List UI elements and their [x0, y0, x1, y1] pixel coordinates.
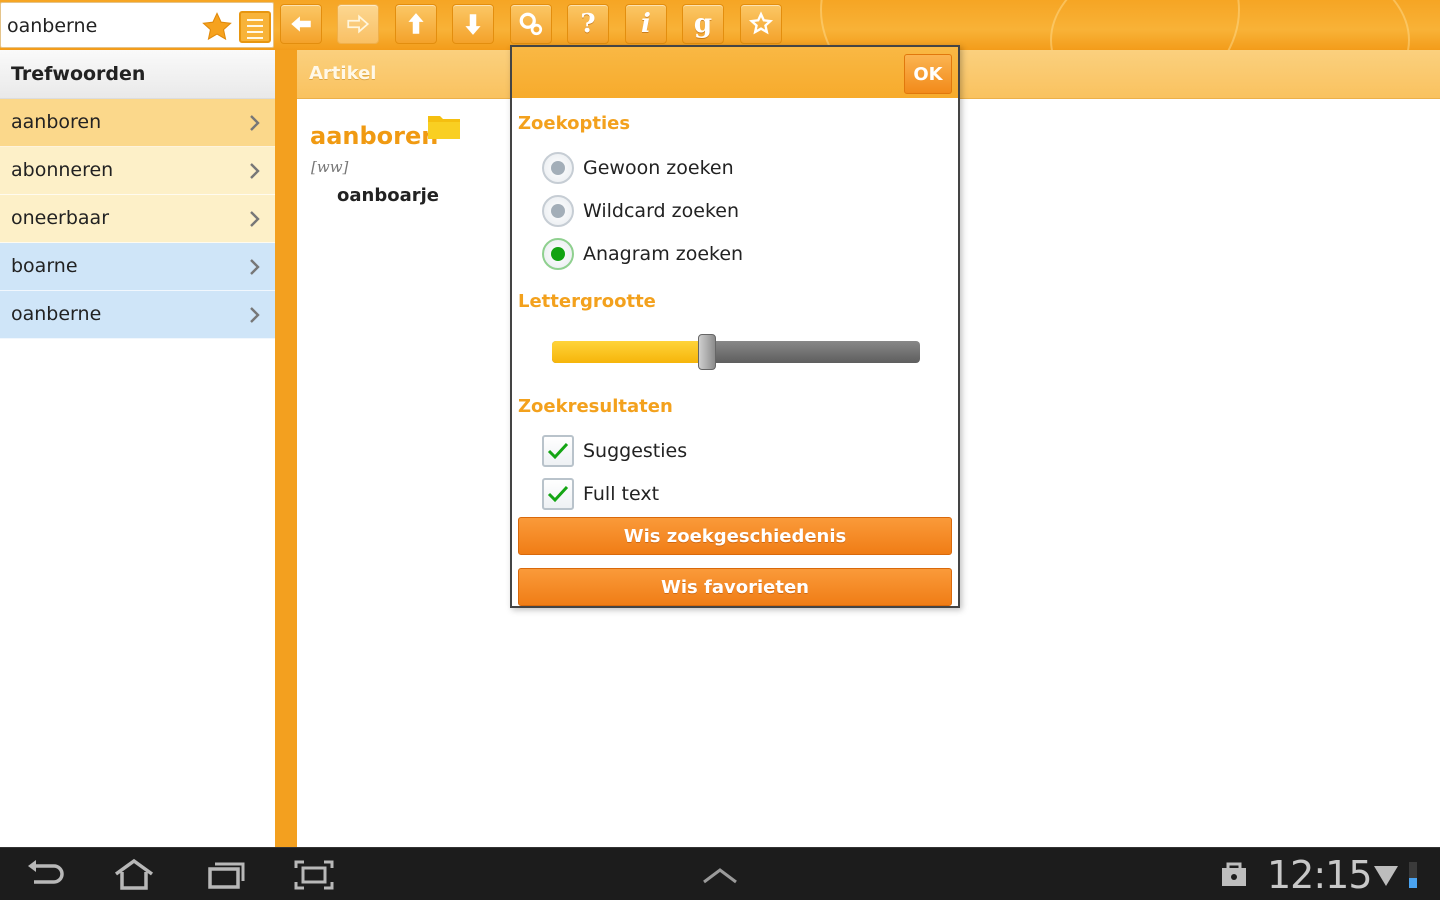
radio-label: Gewoon zoeken — [583, 157, 734, 179]
keyword-list: aanboren abonneren oneerbaar boarne oanberne — [0, 99, 275, 339]
keyword-panel: Trefwoorden aanboren abonneren oneerbaar bo… — [0, 50, 275, 847]
checkmark-icon — [547, 442, 569, 460]
part-of-speech: [ww] — [311, 158, 349, 176]
radio-button[interactable] — [542, 238, 574, 270]
radio-anagram-search[interactable]: Anagram zoeken — [542, 237, 743, 271]
chevron-right-icon — [250, 307, 260, 323]
list-icon[interactable] — [239, 11, 271, 43]
chevron-right-icon — [250, 115, 260, 131]
battery-icon — [1409, 862, 1417, 888]
recent-apps-icon[interactable] — [204, 858, 248, 892]
slider-thumb[interactable] — [697, 334, 716, 370]
chevron-up-icon[interactable] — [698, 858, 742, 892]
keyword-label: oanberne — [11, 303, 102, 325]
star-icon — [748, 11, 774, 35]
folder-icon[interactable] — [427, 112, 461, 142]
search-settings-dialog: OK Zoekopties Gewoon zoeken Wildcard zoe… — [510, 45, 960, 608]
checkbox-label: Full text — [583, 483, 660, 505]
chevron-right-icon — [250, 163, 260, 179]
chevron-right-icon — [250, 211, 260, 227]
wifi-icon — [1374, 866, 1398, 886]
keyword-label: aanboren — [11, 111, 102, 133]
slider-fill — [552, 341, 707, 363]
keyword-panel-title: Trefwoorden — [0, 50, 275, 99]
font-size-title: Lettergrootte — [518, 291, 656, 312]
search-results-title: Zoekresultaten — [518, 396, 673, 417]
clear-favorites-button[interactable]: Wis favorieten — [518, 568, 952, 606]
search-settings-button[interactable] — [510, 4, 552, 44]
article-title: Artikel — [309, 63, 377, 84]
checkbox-suggestions[interactable]: Suggesties — [542, 434, 687, 468]
radio-button[interactable] — [542, 152, 574, 184]
keyword-label: oneerbaar — [11, 207, 110, 229]
search-input[interactable] — [7, 11, 197, 41]
grammar-button[interactable]: g — [682, 4, 724, 44]
keyword-item[interactable]: abonneren — [0, 147, 275, 195]
checkbox-full-text[interactable]: Full text — [542, 477, 659, 511]
star-icon[interactable] — [201, 11, 233, 43]
radio-normal-search[interactable]: Gewoon zoeken — [542, 151, 734, 185]
top-toolbar: ? i g — [0, 0, 1440, 50]
screenshot-icon[interactable] — [292, 858, 336, 892]
keyword-item[interactable]: aanboren — [0, 99, 275, 147]
keyword-item[interactable]: oanberne — [0, 291, 275, 339]
keyword-item[interactable]: oneerbaar — [0, 195, 275, 243]
search-box — [0, 2, 274, 48]
ok-button[interactable]: OK — [904, 54, 952, 94]
radio-button[interactable] — [542, 195, 574, 227]
arrow-right-icon — [347, 14, 370, 34]
info-icon: i — [641, 9, 651, 39]
translation: oanboarje — [337, 185, 439, 206]
checkbox[interactable] — [542, 435, 574, 467]
arrow-left-icon — [291, 16, 311, 32]
system-navigation-bar: 12:15 — [0, 847, 1440, 900]
clear-history-button[interactable]: Wis zoekgeschiedenis — [518, 517, 952, 555]
forward-button[interactable] — [337, 4, 379, 44]
back-button[interactable] — [280, 4, 322, 44]
article-headword: aanboren — [310, 122, 439, 150]
panel-divider[interactable] — [275, 50, 297, 847]
decorative-swirl — [1050, 0, 1410, 50]
back-nav-icon[interactable] — [24, 858, 68, 892]
checkmark-icon — [547, 485, 569, 503]
dialog-header: OK — [512, 47, 958, 98]
g-icon: g — [693, 9, 713, 39]
up-button[interactable] — [395, 4, 437, 44]
checkbox-label: Suggesties — [583, 440, 688, 462]
radio-label: Wildcard zoeken — [583, 200, 739, 222]
down-button[interactable] — [452, 4, 494, 44]
favorites-button[interactable] — [740, 4, 782, 44]
search-options-title: Zoekopties — [518, 113, 631, 134]
radio-label: Anagram zoeken — [583, 243, 744, 265]
keyword-label: abonneren — [11, 159, 114, 181]
question-icon: ? — [580, 9, 596, 39]
font-size-slider[interactable] — [552, 334, 920, 370]
keyword-item[interactable]: boarne — [0, 243, 275, 291]
help-button[interactable]: ? — [567, 4, 609, 44]
magnifier-gear-icon — [519, 12, 543, 36]
shopping-bag-icon — [1222, 862, 1246, 886]
chevron-right-icon — [250, 259, 260, 275]
home-nav-icon[interactable] — [112, 858, 156, 892]
radio-wildcard-search[interactable]: Wildcard zoeken — [542, 194, 739, 228]
checkbox[interactable] — [542, 478, 574, 510]
arrow-down-icon — [465, 14, 481, 35]
keyword-label: boarne — [11, 255, 78, 277]
info-button[interactable]: i — [625, 4, 667, 44]
status-clock: 12:15 — [1267, 853, 1373, 897]
arrow-up-icon — [408, 13, 424, 34]
